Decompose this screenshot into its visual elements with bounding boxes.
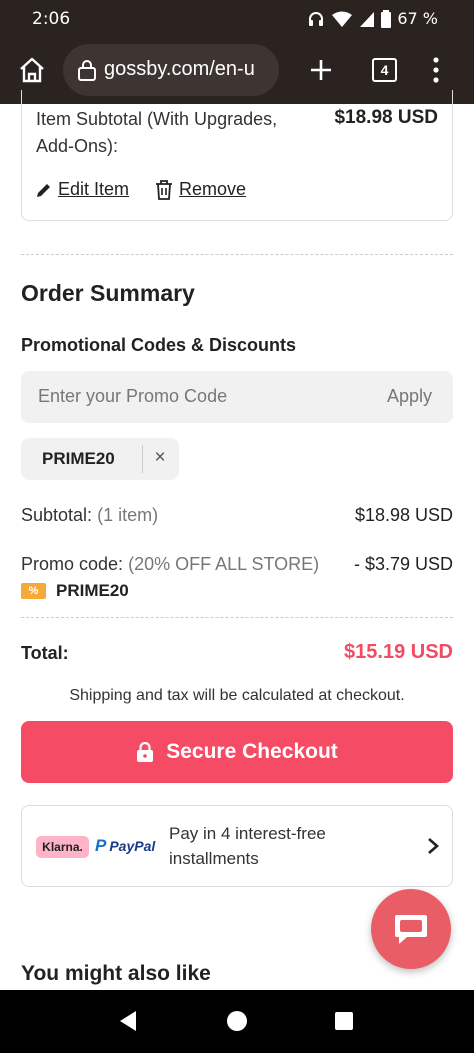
url-text[interactable]: gossby.com/en-u xyxy=(104,58,274,81)
remove-item-button[interactable]: Remove xyxy=(155,179,246,200)
shipping-note: Shipping and tax will be calculated at c… xyxy=(69,687,405,704)
item-subtotal-value: $18.98 USD xyxy=(334,107,438,128)
you-might-also-like-title: You might also like xyxy=(21,962,211,985)
pencil-icon xyxy=(37,183,50,197)
promo-code-input[interactable]: Enter your Promo Code Apply xyxy=(21,371,453,423)
remove-item-label: Remove xyxy=(179,179,247,199)
cart-item-card: Item Subtotal (With Upgrades, Add-Ons): … xyxy=(21,90,453,221)
promo-row: Promo code: (20% OFF ALL STORE) - $3.79 … xyxy=(21,554,453,575)
chat-button[interactable] xyxy=(371,889,451,969)
paypal-mark-icon: P xyxy=(95,836,107,855)
item-subtotal-label: Item Subtotal (With Upgrades, Add-Ons): xyxy=(36,109,278,156)
subtotal-value: $18.98 USD xyxy=(354,505,453,525)
trash-icon xyxy=(156,179,173,200)
applied-promo-code: PRIME20 xyxy=(42,449,115,468)
more-vert-icon[interactable] xyxy=(428,54,444,86)
promo-placeholder: Enter your Promo Code xyxy=(38,386,228,406)
address-bar[interactable]: gossby.com/en-u xyxy=(63,44,279,96)
secure-checkout-button[interactable]: Secure Checkout xyxy=(21,721,453,783)
apply-button[interactable]: Apply xyxy=(387,386,432,407)
system-nav-bar xyxy=(0,990,474,1053)
secure-checkout-label: Secure Checkout xyxy=(166,740,338,763)
battery-level: 67 % xyxy=(397,9,438,28)
item-actions: Edit Item Remove xyxy=(36,179,246,200)
nav-home-icon[interactable] xyxy=(227,1011,247,1031)
total-value: $15.19 USD xyxy=(344,641,453,663)
promo-heading: Promotional Codes & Discounts xyxy=(21,335,297,355)
close-icon[interactable]: × xyxy=(151,447,169,469)
total-label: Total: xyxy=(21,643,69,663)
klarna-logo: Klarna. xyxy=(36,836,89,858)
order-summary-title: Order Summary xyxy=(21,280,195,306)
nav-recents-icon[interactable] xyxy=(335,1012,353,1030)
paypal-wordmark: PayPal xyxy=(109,838,156,854)
chat-icon xyxy=(395,915,427,944)
status-time: 2:06 xyxy=(32,9,71,29)
paypal-logo: P PayPal xyxy=(95,836,155,856)
headphones-icon xyxy=(309,11,324,26)
promo-tag-code: PRIME20 xyxy=(56,581,129,600)
divider xyxy=(21,254,453,255)
promo-value: - $3.79 USD xyxy=(353,554,453,574)
home-icon[interactable] xyxy=(16,54,48,86)
applied-promo-chip: PRIME20 × xyxy=(21,438,179,480)
status-icons: 67 % xyxy=(307,9,438,28)
subtotal-row: Subtotal: (1 item) $18.98 USD xyxy=(21,505,453,526)
padlock-icon xyxy=(137,742,154,762)
installments-card[interactable]: Klarna. P PayPal Pay in 4 interest-free … xyxy=(21,805,453,887)
chevron-right-icon xyxy=(428,838,439,854)
chip-separator xyxy=(142,445,143,473)
edit-item-label: Edit Item xyxy=(58,179,130,199)
tabs-icon[interactable]: 4 xyxy=(372,58,397,82)
percent-tag-icon: % xyxy=(21,583,46,599)
nav-back-icon[interactable] xyxy=(118,1010,138,1032)
total-row: Total: $15.19 USD xyxy=(21,641,453,664)
lock-icon xyxy=(78,60,96,81)
battery-icon xyxy=(381,9,392,28)
promo-tag: % PRIME20 xyxy=(21,581,129,601)
subtotal-count: (1 item) xyxy=(97,505,159,525)
promo-desc: (20% OFF ALL STORE) xyxy=(128,554,320,574)
installments-text: Pay in 4 interest-free installments xyxy=(169,824,326,868)
subtotal-label: Subtotal: xyxy=(21,505,93,525)
promo-label: Promo code: xyxy=(21,554,124,574)
status-bar: 2:06 67 % xyxy=(0,0,474,38)
edit-item-button[interactable]: Edit Item xyxy=(36,179,129,200)
plus-icon[interactable] xyxy=(306,55,336,85)
divider xyxy=(21,617,453,618)
wifi-icon xyxy=(332,11,353,27)
signal-icon xyxy=(360,11,375,27)
